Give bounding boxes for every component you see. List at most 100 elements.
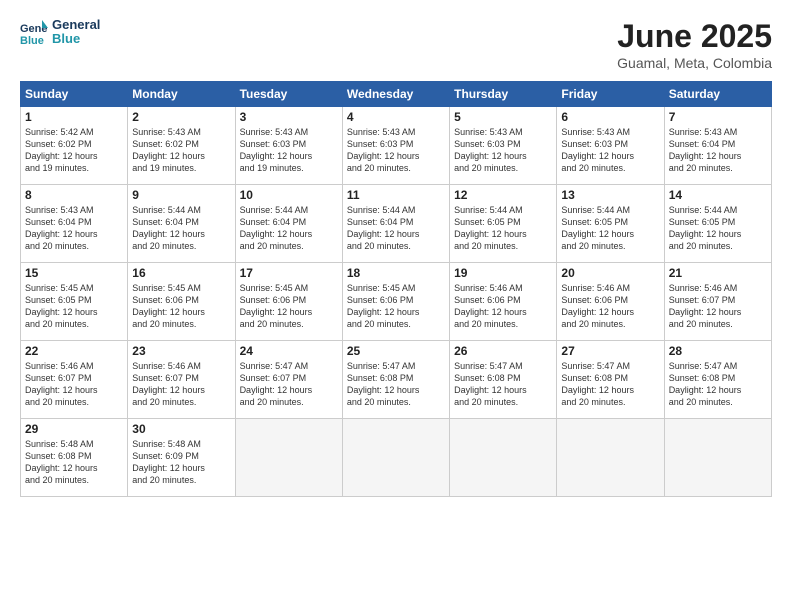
calendar-cell: 20 Sunrise: 5:46 AMSunset: 6:06 PMDayligh… [557, 263, 664, 341]
day-number: 13 [561, 188, 659, 202]
weekday-header-cell: Thursday [450, 82, 557, 107]
logo-line1: General [52, 18, 100, 32]
day-number: 11 [347, 188, 445, 202]
logo-line2: Blue [52, 32, 100, 46]
calendar-cell: 1 Sunrise: 5:42 AMSunset: 6:02 PMDaylight… [21, 107, 128, 185]
weekday-header-row: SundayMondayTuesdayWednesdayThursdayFrid… [21, 82, 772, 107]
day-number: 18 [347, 266, 445, 280]
day-number: 19 [454, 266, 552, 280]
cell-daylight-text: Sunrise: 5:45 AMSunset: 6:06 PMDaylight:… [132, 282, 230, 331]
cell-daylight-text: Sunrise: 5:44 AMSunset: 6:05 PMDaylight:… [561, 204, 659, 253]
day-number: 3 [240, 110, 338, 124]
weekday-header-cell: Wednesday [342, 82, 449, 107]
calendar-cell: 9 Sunrise: 5:44 AMSunset: 6:04 PMDaylight… [128, 185, 235, 263]
cell-daylight-text: Sunrise: 5:46 AMSunset: 6:06 PMDaylight:… [561, 282, 659, 331]
day-number: 10 [240, 188, 338, 202]
cell-daylight-text: Sunrise: 5:43 AMSunset: 6:03 PMDaylight:… [240, 126, 338, 175]
calendar-cell: 19 Sunrise: 5:46 AMSunset: 6:06 PMDayligh… [450, 263, 557, 341]
calendar-cell: 11Sunrise: 5:44 AMSunset: 6:04 PMDayligh… [342, 185, 449, 263]
day-number: 7 [669, 110, 767, 124]
cell-daylight-text: Sunrise: 5:46 AMSunset: 6:07 PMDaylight:… [25, 360, 123, 409]
calendar-cell: 8 Sunrise: 5:43 AMSunset: 6:04 PMDaylight… [21, 185, 128, 263]
cell-daylight-text: Sunrise: 5:47 AMSunset: 6:08 PMDaylight:… [669, 360, 767, 409]
weekday-header-cell: Monday [128, 82, 235, 107]
calendar-week-row: 29Sunrise: 5:48 AMSunset: 6:08 PMDayligh… [21, 419, 772, 497]
logo: General Blue General Blue [20, 18, 100, 47]
weekday-header-cell: Tuesday [235, 82, 342, 107]
calendar-cell: 22 Sunrise: 5:46 AMSunset: 6:07 PMDayligh… [21, 341, 128, 419]
calendar-cell [450, 419, 557, 497]
cell-daylight-text: Sunrise: 5:47 AMSunset: 6:07 PMDaylight:… [240, 360, 338, 409]
cell-daylight-text: Sunrise: 5:43 AMSunset: 6:04 PMDaylight:… [669, 126, 767, 175]
day-number: 15 [25, 266, 123, 280]
calendar-cell: 4Sunrise: 5:43 AMSunset: 6:03 PMDaylight… [342, 107, 449, 185]
calendar-cell: 13 Sunrise: 5:44 AMSunset: 6:05 PMDayligh… [557, 185, 664, 263]
month-title: June 2025 [617, 18, 772, 55]
calendar-cell: 17Sunrise: 5:45 AMSunset: 6:06 PMDayligh… [235, 263, 342, 341]
calendar-cell: 26Sunrise: 5:47 AMSunset: 6:08 PMDayligh… [450, 341, 557, 419]
calendar-cell [557, 419, 664, 497]
calendar-cell: 10 Sunrise: 5:44 AMSunset: 6:04 PMDayligh… [235, 185, 342, 263]
calendar-cell: 25 Sunrise: 5:47 AMSunset: 6:08 PMDayligh… [342, 341, 449, 419]
cell-daylight-text: Sunrise: 5:44 AMSunset: 6:05 PMDaylight:… [669, 204, 767, 253]
cell-daylight-text: Sunrise: 5:43 AMSunset: 6:03 PMDaylight:… [561, 126, 659, 175]
day-number: 30 [132, 422, 230, 436]
cell-daylight-text: Sunrise: 5:44 AMSunset: 6:05 PMDaylight:… [454, 204, 552, 253]
calendar-cell [342, 419, 449, 497]
calendar-cell: 3 Sunrise: 5:43 AMSunset: 6:03 PMDaylight… [235, 107, 342, 185]
day-number: 5 [454, 110, 552, 124]
weekday-header-cell: Saturday [664, 82, 771, 107]
day-number: 28 [669, 344, 767, 358]
cell-daylight-text: Sunrise: 5:42 AMSunset: 6:02 PMDaylight:… [25, 126, 123, 175]
calendar-cell: 18 Sunrise: 5:45 AMSunset: 6:06 PMDayligh… [342, 263, 449, 341]
cell-daylight-text: Sunrise: 5:46 AMSunset: 6:06 PMDaylight:… [454, 282, 552, 331]
page: General Blue General Blue June 2025 Guam… [0, 0, 792, 612]
day-number: 24 [240, 344, 338, 358]
day-number: 6 [561, 110, 659, 124]
header: General Blue General Blue June 2025 Guam… [20, 18, 772, 71]
calendar-cell: 21Sunrise: 5:46 AMSunset: 6:07 PMDayligh… [664, 263, 771, 341]
logo-icon: General Blue [20, 18, 48, 46]
calendar-cell: 2 Sunrise: 5:43 AMSunset: 6:02 PMDaylight… [128, 107, 235, 185]
weekday-header-cell: Sunday [21, 82, 128, 107]
calendar-cell: 29Sunrise: 5:48 AMSunset: 6:08 PMDayligh… [21, 419, 128, 497]
cell-daylight-text: Sunrise: 5:43 AMSunset: 6:02 PMDaylight:… [132, 126, 230, 175]
calendar-week-row: 8 Sunrise: 5:43 AMSunset: 6:04 PMDaylight… [21, 185, 772, 263]
day-number: 2 [132, 110, 230, 124]
cell-daylight-text: Sunrise: 5:47 AMSunset: 6:08 PMDaylight:… [561, 360, 659, 409]
calendar-cell: 16Sunrise: 5:45 AMSunset: 6:06 PMDayligh… [128, 263, 235, 341]
day-number: 12 [454, 188, 552, 202]
day-number: 14 [669, 188, 767, 202]
cell-daylight-text: Sunrise: 5:47 AMSunset: 6:08 PMDaylight:… [347, 360, 445, 409]
day-number: 20 [561, 266, 659, 280]
calendar-week-row: 22 Sunrise: 5:46 AMSunset: 6:07 PMDayligh… [21, 341, 772, 419]
day-number: 1 [25, 110, 123, 124]
calendar-cell: 23Sunrise: 5:46 AMSunset: 6:07 PMDayligh… [128, 341, 235, 419]
calendar-cell [235, 419, 342, 497]
calendar-cell: 6 Sunrise: 5:43 AMSunset: 6:03 PMDaylight… [557, 107, 664, 185]
calendar-week-row: 15Sunrise: 5:45 AMSunset: 6:05 PMDayligh… [21, 263, 772, 341]
cell-daylight-text: Sunrise: 5:43 AMSunset: 6:03 PMDaylight:… [454, 126, 552, 175]
weekday-header-cell: Friday [557, 82, 664, 107]
day-number: 25 [347, 344, 445, 358]
cell-daylight-text: Sunrise: 5:43 AMSunset: 6:04 PMDaylight:… [25, 204, 123, 253]
calendar-table: SundayMondayTuesdayWednesdayThursdayFrid… [20, 81, 772, 497]
cell-daylight-text: Sunrise: 5:46 AMSunset: 6:07 PMDaylight:… [669, 282, 767, 331]
cell-daylight-text: Sunrise: 5:47 AMSunset: 6:08 PMDaylight:… [454, 360, 552, 409]
cell-daylight-text: Sunrise: 5:44 AMSunset: 6:04 PMDaylight:… [132, 204, 230, 253]
day-number: 22 [25, 344, 123, 358]
calendar-cell: 30 Sunrise: 5:48 AMSunset: 6:09 PMDayligh… [128, 419, 235, 497]
title-area: June 2025 Guamal, Meta, Colombia [617, 18, 772, 71]
calendar-cell: 12 Sunrise: 5:44 AMSunset: 6:05 PMDayligh… [450, 185, 557, 263]
calendar-cell: 14 Sunrise: 5:44 AMSunset: 6:05 PMDayligh… [664, 185, 771, 263]
day-number: 8 [25, 188, 123, 202]
cell-daylight-text: Sunrise: 5:43 AMSunset: 6:03 PMDaylight:… [347, 126, 445, 175]
calendar-cell: 5 Sunrise: 5:43 AMSunset: 6:03 PMDaylight… [450, 107, 557, 185]
cell-daylight-text: Sunrise: 5:45 AMSunset: 6:06 PMDaylight:… [347, 282, 445, 331]
cell-daylight-text: Sunrise: 5:44 AMSunset: 6:04 PMDaylight:… [240, 204, 338, 253]
day-number: 9 [132, 188, 230, 202]
calendar-cell: 24 Sunrise: 5:47 AMSunset: 6:07 PMDayligh… [235, 341, 342, 419]
cell-daylight-text: Sunrise: 5:48 AMSunset: 6:09 PMDaylight:… [132, 438, 230, 487]
calendar-cell: 27Sunrise: 5:47 AMSunset: 6:08 PMDayligh… [557, 341, 664, 419]
cell-daylight-text: Sunrise: 5:45 AMSunset: 6:06 PMDaylight:… [240, 282, 338, 331]
